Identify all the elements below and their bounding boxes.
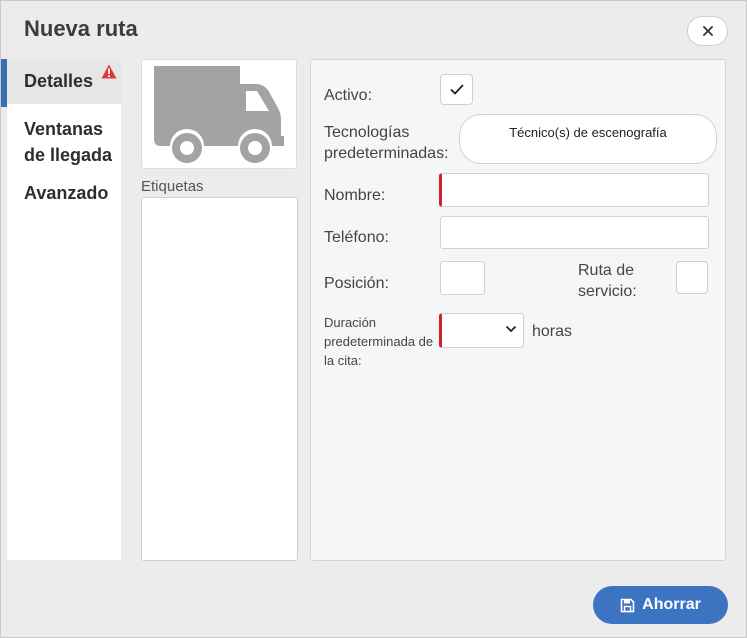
- tab-details-label[interactable]: Detalles: [24, 71, 93, 92]
- name-label: Nombre:: [324, 187, 386, 204]
- duration-select[interactable]: [439, 313, 524, 348]
- truck-icon: [154, 66, 284, 163]
- close-icon: [702, 26, 713, 36]
- save-button-label: Ahorrar: [642, 596, 701, 613]
- warning-icon: [101, 64, 117, 79]
- route-image[interactable]: [141, 59, 297, 169]
- service-route-label: Ruta de servicio:: [578, 262, 637, 300]
- position-input[interactable]: [440, 261, 485, 295]
- service-route-checkbox[interactable]: [676, 261, 708, 294]
- name-input[interactable]: [439, 173, 709, 207]
- new-route-dialog: Nueva ruta Detalles Ventanas de llegada …: [0, 0, 747, 638]
- technologies-select[interactable]: Técnico(s) de escenografía: [459, 114, 717, 164]
- phone-label: Teléfono:: [324, 229, 389, 246]
- tab-arrival-windows[interactable]: Ventanas de llegada: [24, 116, 116, 174]
- duration-unit: horas: [532, 323, 573, 340]
- phone-input[interactable]: [440, 216, 709, 249]
- technologies-label: Tecnologías predeterminadas:: [324, 124, 449, 162]
- close-button[interactable]: [687, 16, 728, 46]
- duration-label: Duración predeterminada de la cita:: [324, 315, 434, 368]
- chevron-down-icon: [505, 325, 517, 333]
- dialog-title: Nueva ruta: [24, 16, 138, 41]
- tab-arrival-windows-label: Ventanas de llegada: [24, 119, 113, 165]
- active-label: Activo:: [324, 87, 373, 104]
- tags-list[interactable]: [141, 197, 298, 561]
- tags-label: Etiquetas: [141, 178, 204, 195]
- tab-advanced-label[interactable]: Avanzado: [24, 183, 108, 204]
- position-label: Posición:: [324, 275, 389, 292]
- floppy-disk-icon: [620, 598, 635, 612]
- save-button[interactable]: Ahorrar: [593, 586, 728, 624]
- active-checkbox[interactable]: [440, 74, 473, 105]
- checkmark-icon: [449, 84, 464, 95]
